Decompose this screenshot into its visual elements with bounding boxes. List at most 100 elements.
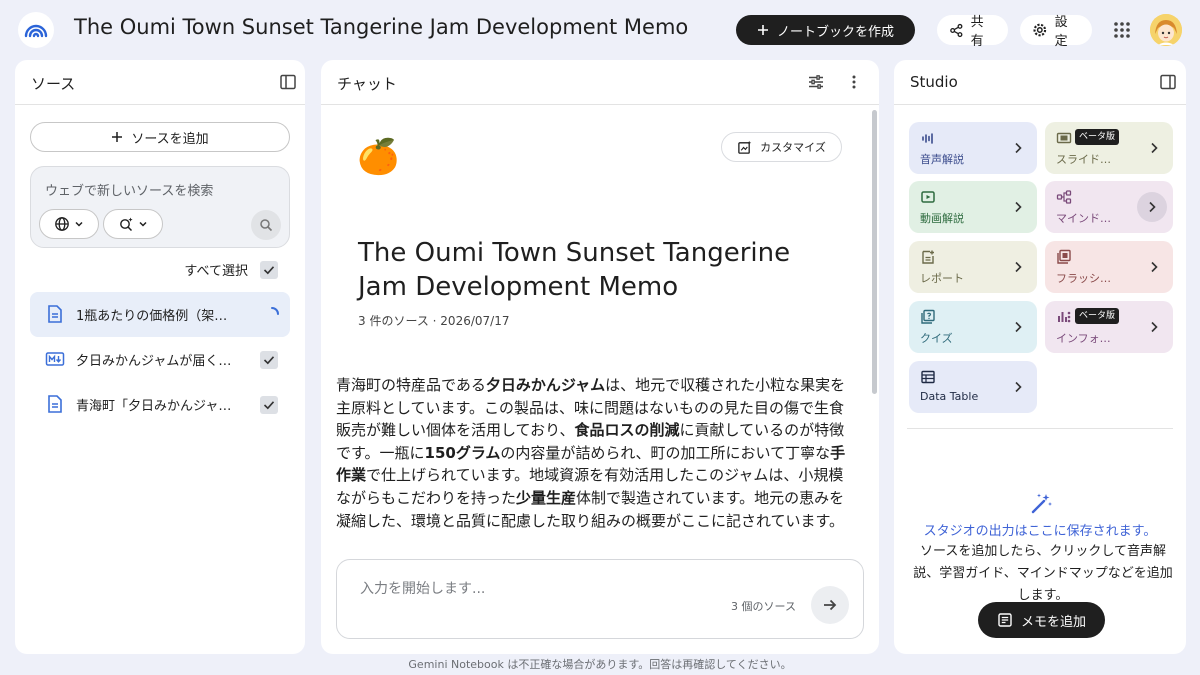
search-submit-button[interactable] — [251, 210, 281, 240]
chevron-right-icon — [1151, 261, 1158, 273]
flashcards-icon — [1057, 249, 1071, 264]
source-checkbox[interactable] — [260, 351, 278, 369]
footer-disclaimer: Gemini Notebook は不正確な場合があります。回答は再確認してくださ… — [408, 658, 792, 671]
tune-icon — [809, 75, 823, 89]
apps-grid-icon — [1114, 22, 1130, 38]
customize-button[interactable]: カスタマイズ — [721, 132, 842, 162]
studio-tile-slides[interactable]: ベータ版 スライド… — [1045, 122, 1173, 174]
chat-title: チャット — [337, 75, 397, 93]
check-icon — [263, 356, 275, 365]
chevron-right-icon — [1149, 201, 1156, 213]
chevron-right-icon — [1015, 321, 1022, 333]
report-icon — [922, 250, 934, 264]
studio-tile-audio-overview[interactable]: 音声解説 — [909, 122, 1037, 174]
loading-spinner-icon — [271, 307, 279, 315]
studio-empty-description: ソースを追加したら、クリックして音声解説、学習ガイド、マインドマップなどを追加し… — [913, 544, 1173, 603]
web-search-input[interactable]: ウェブで新しいソースを検索 — [45, 180, 213, 199]
add-memo-button[interactable]: メモを追加 — [978, 602, 1105, 638]
panel-collapse-icon — [280, 74, 296, 90]
tile-label: 音声解説 — [920, 153, 964, 166]
add-memo-label: メモを追加 — [1020, 614, 1086, 630]
mindmap-icon — [1056, 190, 1072, 204]
tile-label: 動画解説 — [920, 212, 964, 225]
notebook-emoji: 🍊 — [357, 137, 400, 177]
customize-icon — [738, 140, 752, 154]
infographic-icon — [1058, 311, 1071, 323]
studio-empty-title: スタジオの出力はここに保存されます。 — [923, 524, 1157, 539]
chat-more-button[interactable] — [845, 73, 865, 93]
chevron-down-icon — [75, 221, 83, 227]
mind-map-open-button[interactable] — [1137, 192, 1167, 222]
settings-label: 設定 — [1054, 15, 1068, 49]
check-icon — [263, 401, 275, 410]
studio-panel: Studio 音声解説 ベータ版 スライド… 動画解説 マインド… レポート フ… — [894, 60, 1186, 654]
chat-options-button[interactable] — [807, 73, 827, 93]
check-icon — [263, 266, 275, 275]
doc-icon — [48, 395, 62, 413]
collapse-sources-button[interactable] — [279, 73, 299, 93]
doc-icon — [48, 305, 62, 323]
panel-collapse-icon — [1160, 74, 1176, 90]
studio-tile-report[interactable]: レポート — [909, 241, 1037, 293]
share-icon — [950, 23, 963, 37]
notebook-meta: 3 件のソース · 2026/07/17 — [358, 314, 510, 328]
customize-label: カスタマイズ — [760, 141, 826, 154]
send-button[interactable] — [811, 586, 849, 624]
tile-label: Data Table — [920, 390, 979, 403]
studio-tile-video-overview[interactable]: 動画解説 — [909, 181, 1037, 233]
create-notebook-button[interactable]: ノートブックを作成 — [736, 15, 915, 45]
notebook-title[interactable]: The Oumi Town Sunset Tangerine Jam Devel… — [74, 15, 688, 39]
tile-label: フラッシ… — [1056, 272, 1111, 285]
select-all-checkbox[interactable] — [260, 261, 278, 279]
source-label: 青海町「夕日みかんジャム」製造記録 — [76, 399, 236, 414]
app-logo[interactable] — [18, 12, 54, 48]
sparkle-search-icon — [120, 217, 133, 232]
share-button[interactable]: 共有 — [937, 15, 1008, 49]
source-count: 3 個のソース — [731, 600, 796, 613]
beta-badge: ベータ版 — [1075, 308, 1120, 324]
chevron-right-icon — [1015, 381, 1022, 393]
add-source-label: ソースを追加 — [131, 131, 209, 147]
source-item[interactable]: 青海町「夕日みかんジャム」製造記録 — [30, 382, 290, 427]
sources-header: ソース — [15, 60, 305, 105]
studio-tile-mind-map[interactable]: マインド… — [1045, 181, 1173, 233]
chat-input-box: 入力を開始します... 3 個のソース — [336, 559, 864, 639]
apps-button[interactable] — [1110, 18, 1134, 42]
source-item[interactable]: 夕日みかんジャムが届くまでの流れ — [30, 337, 290, 382]
tile-label: インフォ… — [1056, 332, 1111, 345]
studio-tile-data-table[interactable]: Data Table — [909, 361, 1037, 413]
source-checkbox[interactable] — [260, 396, 278, 414]
web-source-search: ウェブで新しいソースを検索 — [30, 166, 290, 248]
collapse-studio-button[interactable] — [1159, 73, 1179, 93]
user-avatar[interactable] — [1150, 14, 1182, 46]
web-source-type-dropdown[interactable] — [39, 209, 99, 239]
audio-waveform-icon — [922, 133, 933, 144]
chevron-right-icon — [1015, 261, 1022, 273]
chevron-right-icon — [1015, 201, 1022, 213]
slides-icon — [1056, 132, 1072, 144]
logo-icon — [24, 24, 48, 38]
studio-tile-flashcards[interactable]: フラッシ… — [1045, 241, 1173, 293]
studio-title: Studio — [910, 73, 958, 91]
source-label: 夕日みかんジャムが届くまでの流れ — [76, 354, 236, 369]
share-label: 共有 — [970, 15, 984, 49]
studio-header: Studio — [894, 60, 1186, 105]
tile-label: スライド… — [1056, 153, 1111, 166]
chevron-right-icon — [1151, 142, 1158, 154]
tile-label: マインド… — [1056, 212, 1111, 225]
settings-button[interactable]: 設定 — [1020, 15, 1092, 49]
studio-tile-quiz[interactable]: クイズ — [909, 301, 1037, 353]
sources-panel: ソース ソースを追加 ウェブで新しいソースを検索 すべて選択 1瓶あたりの価格例… — [15, 60, 305, 654]
chat-scrollbar[interactable] — [872, 110, 877, 394]
chat-input[interactable]: 入力を開始します... — [360, 578, 485, 598]
studio-tile-infographic[interactable]: ベータ版 インフォ… — [1045, 301, 1173, 353]
research-mode-dropdown[interactable] — [103, 209, 163, 239]
create-notebook-label: ノートブックを作成 — [776, 24, 894, 40]
source-label: 1瓶あたりの価格例（架空の試算） — [76, 309, 236, 324]
video-icon — [921, 191, 935, 203]
add-source-button[interactable]: ソースを追加 — [30, 122, 290, 152]
source-item[interactable]: 1瓶あたりの価格例（架空の試算） — [30, 292, 290, 337]
studio-divider — [907, 428, 1173, 429]
select-all-label: すべて選択 — [184, 264, 248, 279]
search-icon — [260, 219, 273, 232]
